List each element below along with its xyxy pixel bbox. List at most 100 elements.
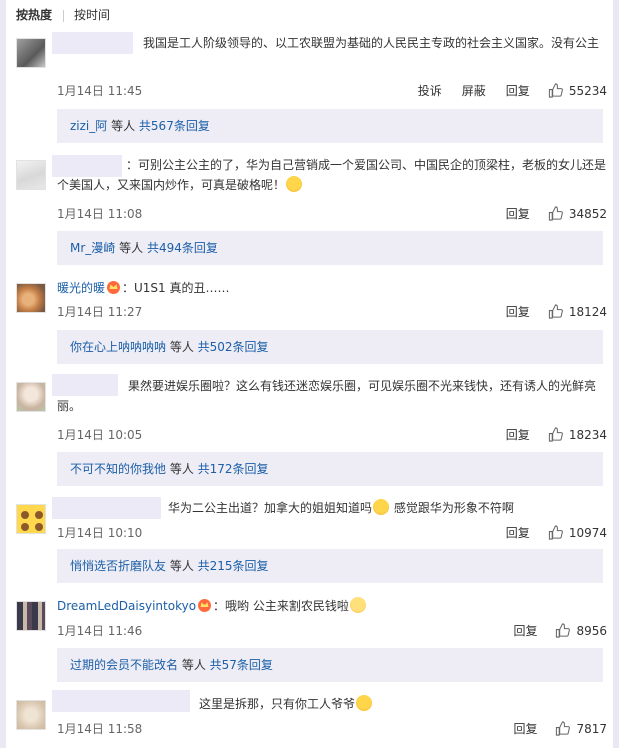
- like-count: 8956: [576, 623, 607, 638]
- comment-text: 我国是工人阶级领导的、以工农联盟为基础的人民民主专政的社会主义国家。没有公主: [143, 36, 600, 50]
- avatar[interactable]: [16, 283, 46, 313]
- reply-summary[interactable]: zizi_阿 等人 共567条回复: [57, 109, 603, 143]
- comment-text: 华为二公主出道？加拿大的姐姐知道吗 感觉跟华为形象不符啊: [57, 498, 607, 518]
- reply-username[interactable]: 过期的会员不能改名: [70, 658, 178, 672]
- username-link[interactable]: 暖光的暖: [57, 281, 105, 295]
- reply-mid-text: 等人: [115, 241, 147, 255]
- comment-actions: 回复 34852: [486, 205, 607, 222]
- hug-emoji-icon: [286, 176, 303, 192]
- like-count: 10974: [568, 525, 607, 540]
- avatar[interactable]: [16, 160, 46, 190]
- reply-button[interactable]: 回复: [506, 82, 530, 99]
- grin-emoji-icon: [356, 695, 373, 711]
- comment-date: 1月14日 11:46: [57, 624, 143, 638]
- comment-actions: 投诉 屏蔽 回复 55234: [398, 82, 607, 99]
- avatar[interactable]: [16, 601, 46, 631]
- reply-button[interactable]: 回复: [506, 205, 530, 222]
- reply-button[interactable]: 回复: [506, 524, 530, 541]
- reply-mid-text: 等人: [166, 340, 198, 354]
- like-button[interactable]: 7817: [555, 721, 607, 736]
- comment-date: 1月14日 11:08: [57, 207, 143, 221]
- avatar[interactable]: [16, 382, 46, 412]
- sort-divider: [63, 10, 64, 22]
- comment-text: 暖光的暖 ：U1S1 真的丑……: [57, 278, 607, 298]
- comment-actions: 回复 8956: [493, 622, 607, 639]
- reply-button[interactable]: 回复: [506, 303, 530, 320]
- like-count: 7817: [576, 721, 607, 736]
- reply-mid-text: 等人: [107, 119, 139, 133]
- reply-mid-text: 等人: [166, 462, 198, 476]
- reply-count-link[interactable]: 共502条回复: [198, 340, 269, 354]
- comment-text-tail: 感觉跟华为形象不符啊: [390, 501, 514, 515]
- thumbs-up-icon: [548, 206, 563, 221]
- username-link[interactable]: DreamLedDaisyintokyo: [57, 599, 196, 613]
- comment-date: 1月14日 11:27: [57, 305, 143, 319]
- like-button[interactable]: 55234: [548, 83, 607, 98]
- comment-text-body: 这里是拆那，只有你工人爷爷: [199, 697, 356, 711]
- sort-by-time-tab[interactable]: 按时间: [74, 0, 110, 30]
- comment-text-body: ：可别公主公主的了，华为自己营销成一个爱国公司、中国民企的顶梁柱，老板的女儿还是…: [57, 158, 607, 192]
- comment-date: 1月14日 10:05: [57, 428, 143, 442]
- block-button[interactable]: 屏蔽: [462, 82, 486, 99]
- thumbs-up-icon: [556, 623, 571, 638]
- avatar[interactable]: [16, 38, 46, 68]
- reply-summary[interactable]: 不可不知的你我他 等人 共172条回复: [57, 452, 603, 486]
- bear-faces-icon: [21, 511, 43, 531]
- vip-crown-icon: [106, 280, 121, 294]
- avatar[interactable]: [16, 700, 46, 730]
- reply-button[interactable]: 回复: [506, 426, 530, 443]
- reply-summary[interactable]: Mr_漫崎 等人 共494条回复: [57, 231, 603, 265]
- comment-date: 1月14日 11:58: [57, 722, 143, 736]
- reply-summary[interactable]: 过期的会员不能改名 等人 共57条回复: [57, 648, 603, 682]
- reply-count-link[interactable]: 共172条回复: [198, 462, 269, 476]
- reply-count-link[interactable]: 共57条回复: [210, 658, 273, 672]
- like-count: 18124: [568, 304, 607, 319]
- smile-emoji-icon: [349, 597, 366, 613]
- reply-summary[interactable]: 你在心上呐呐呐呐 等人 共502条回复: [57, 330, 603, 364]
- like-count: 55234: [568, 83, 607, 98]
- reply-username[interactable]: 悄悄选否折磨队友: [70, 559, 166, 573]
- like-button[interactable]: 18124: [548, 304, 607, 319]
- sort-by-hot-tab[interactable]: 按热度: [16, 0, 52, 30]
- sort-bar: 按热度 按时间: [6, 0, 613, 30]
- comment-text: 这里是拆那，只有你工人爷爷: [57, 694, 607, 714]
- comment-actions: 回复 18234: [486, 426, 607, 443]
- reply-mid-text: 等人: [178, 658, 210, 672]
- reply-username[interactable]: 你在心上呐呐呐呐: [70, 340, 166, 354]
- thumbs-up-icon: [548, 525, 563, 540]
- reply-summary[interactable]: 悄悄选否折磨队友 等人 共215条回复: [57, 549, 603, 583]
- comment-date: 1月14日 11:45: [57, 84, 143, 98]
- reply-button[interactable]: 回复: [513, 720, 537, 737]
- comment-text-body: 华为二公主出道？加拿大的姐姐知道吗: [168, 501, 373, 515]
- comment-actions: 回复 18124: [486, 303, 607, 320]
- comment-text-body: ：哦哟 公主来割农民钱啦: [213, 599, 349, 613]
- like-button[interactable]: 18234: [548, 427, 607, 442]
- like-button[interactable]: 10974: [548, 525, 607, 540]
- comment-text: ：可别公主公主的了，华为自己营销成一个爱国公司、中国民企的顶梁柱，老板的女儿还是…: [57, 155, 607, 195]
- report-button[interactable]: 投诉: [418, 82, 442, 99]
- avatar[interactable]: [16, 504, 46, 534]
- comment-text: DreamLedDaisyintokyo ：哦哟 公主来割农民钱啦: [57, 596, 607, 616]
- comment-actions: 回复 10974: [486, 524, 607, 541]
- like-button[interactable]: 8956: [555, 623, 607, 638]
- comments-panel: 按热度 按时间 我国是工人阶级领导的、以工农联盟为基础的人民民主专政的社会主义国…: [6, 0, 613, 748]
- vip-crown-icon: [197, 598, 212, 612]
- reply-count-link[interactable]: 共567条回复: [139, 119, 210, 133]
- thumbs-up-icon: [548, 304, 563, 319]
- reply-count-link[interactable]: 共215条回复: [198, 559, 269, 573]
- reply-count-link[interactable]: 共494条回复: [147, 241, 218, 255]
- reply-username[interactable]: zizi_阿: [70, 119, 107, 133]
- thumbs-up-icon: [556, 721, 571, 736]
- reply-button[interactable]: 回复: [513, 622, 537, 639]
- reply-username[interactable]: Mr_漫崎: [70, 241, 115, 255]
- like-count: 34852: [568, 206, 607, 221]
- comment-date: 1月14日 10:10: [57, 526, 143, 540]
- reply-mid-text: 等人: [166, 559, 198, 573]
- thumbs-up-icon: [548, 427, 563, 442]
- reply-username[interactable]: 不可不知的你我他: [70, 462, 166, 476]
- thinking-emoji-icon: [373, 499, 390, 515]
- comment-text: 果然要进娱乐圈啦？这么有钱还迷恋娱乐圈，可见娱乐圈不光来钱快，还有诱人的光鲜亮丽…: [57, 379, 597, 413]
- comment-text-body: ：U1S1 真的丑……: [122, 281, 230, 295]
- like-button[interactable]: 34852: [548, 206, 607, 221]
- like-count: 18234: [568, 427, 607, 442]
